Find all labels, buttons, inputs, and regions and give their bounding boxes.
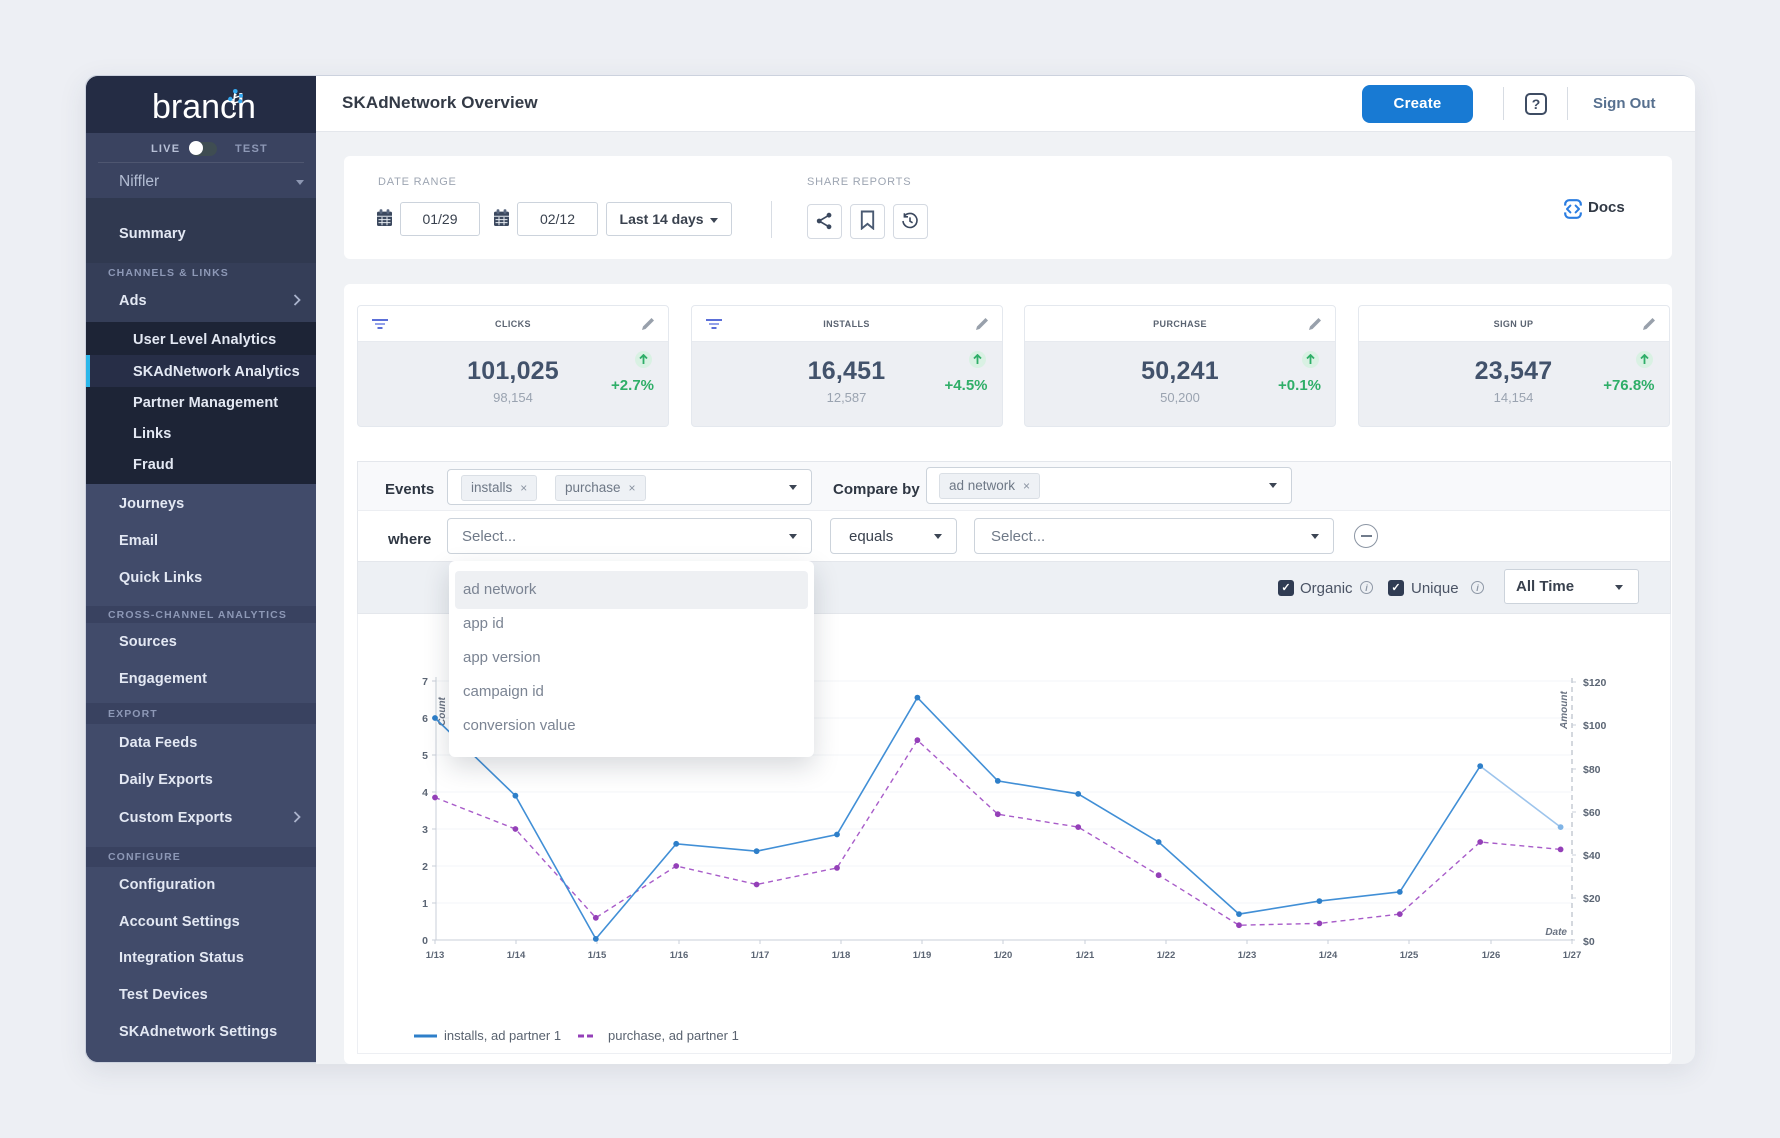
- svg-text:1/20: 1/20: [994, 950, 1013, 961]
- svg-text:1/25: 1/25: [1400, 950, 1419, 961]
- svg-text:1/15: 1/15: [588, 950, 607, 961]
- svg-text:$40: $40: [1583, 850, 1601, 862]
- svg-text:4: 4: [422, 787, 428, 799]
- svg-text:5: 5: [422, 750, 428, 762]
- svg-text:1/17: 1/17: [751, 950, 770, 961]
- svg-text:1/21: 1/21: [1076, 950, 1095, 961]
- svg-text:$80: $80: [1583, 764, 1601, 776]
- svg-text:1/23: 1/23: [1238, 950, 1257, 961]
- svg-text:Date: Date: [1545, 927, 1567, 938]
- svg-text:$0: $0: [1583, 936, 1595, 948]
- svg-text:7: 7: [422, 676, 428, 688]
- svg-text:1/18: 1/18: [832, 950, 851, 961]
- svg-text:1/26: 1/26: [1482, 950, 1501, 961]
- svg-text:1/27: 1/27: [1563, 950, 1582, 961]
- svg-text:0: 0: [422, 935, 428, 947]
- svg-text:1/16: 1/16: [670, 950, 689, 961]
- svg-text:Amount: Amount: [1559, 691, 1570, 730]
- svg-text:$100: $100: [1583, 720, 1607, 732]
- svg-text:1/22: 1/22: [1157, 950, 1176, 961]
- svg-text:2: 2: [422, 861, 428, 873]
- svg-text:6: 6: [422, 713, 428, 725]
- svg-text:1: 1: [422, 898, 428, 910]
- svg-text:$120: $120: [1583, 677, 1607, 689]
- svg-text:1/19: 1/19: [913, 950, 932, 961]
- svg-text:installs, ad partner 1: installs, ad partner 1: [444, 1028, 561, 1043]
- svg-text:$60: $60: [1583, 807, 1601, 819]
- svg-text:1/24: 1/24: [1319, 950, 1338, 961]
- svg-text:$20: $20: [1583, 893, 1601, 905]
- svg-text:3: 3: [422, 824, 428, 836]
- svg-text:1/14: 1/14: [507, 950, 526, 961]
- svg-text:1/13: 1/13: [426, 950, 445, 961]
- svg-text:purchase, ad partner 1: purchase, ad partner 1: [608, 1028, 739, 1043]
